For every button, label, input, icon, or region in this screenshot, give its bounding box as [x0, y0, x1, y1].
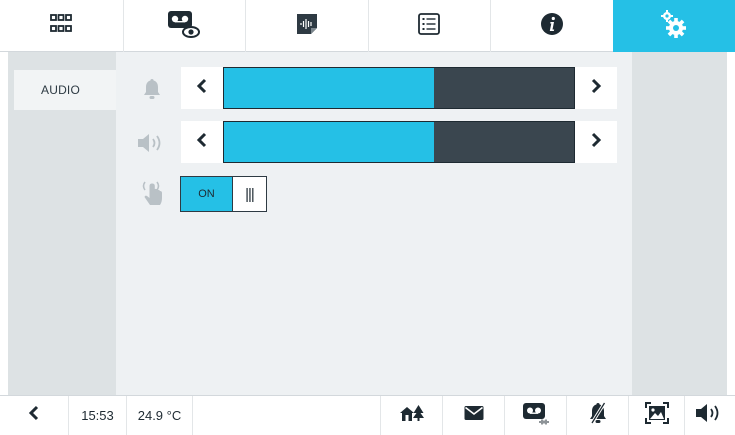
messages-button[interactable] — [442, 395, 504, 435]
ringtone-volume-decrease-button[interactable] — [181, 67, 223, 109]
settings-gears-icon — [660, 9, 688, 44]
videomessage-audio-icon — [522, 401, 550, 430]
chevron-left-icon — [196, 78, 208, 99]
speaker-icon — [695, 403, 725, 428]
tab-list[interactable] — [367, 0, 491, 52]
touch-sound-toggle[interactable]: ON ||| — [180, 176, 267, 212]
picture-frame-button[interactable] — [628, 395, 684, 435]
home-trees-icon — [399, 404, 425, 427]
ringtone-volume-track[interactable] — [223, 67, 575, 109]
speaker-volume-fill — [224, 122, 434, 162]
sidebar-item-label: AUDIO — [41, 83, 81, 97]
home-scenario-button[interactable] — [380, 395, 442, 435]
toggle-off-label: ||| — [245, 185, 255, 203]
speaker-volume-decrease-button[interactable] — [181, 121, 223, 163]
speaker-volume-slider[interactable] — [181, 121, 617, 163]
list-icon — [418, 12, 441, 40]
touch-sound-icon — [138, 178, 168, 208]
right-edge — [727, 52, 735, 395]
tab-recordings[interactable] — [245, 0, 368, 52]
back-button[interactable] — [0, 396, 68, 435]
ringtone-volume-fill — [224, 68, 434, 108]
toggle-on-label: ON — [181, 177, 233, 211]
videomessage-button[interactable] — [504, 395, 566, 435]
top-navigation-bar — [0, 0, 735, 52]
tab-settings[interactable] — [612, 0, 735, 52]
ringtone-mute-button[interactable] — [566, 395, 628, 435]
tab-home[interactable] — [0, 0, 123, 52]
temperature: 24.9 °C — [126, 395, 192, 435]
tab-videomessage[interactable] — [122, 0, 246, 52]
chevron-left-icon — [196, 132, 208, 153]
picture-frame-icon — [644, 402, 669, 429]
ringtone-volume-slider[interactable] — [181, 67, 617, 109]
temperature-text: 24.9 °C — [137, 408, 182, 423]
chevron-right-icon — [590, 78, 602, 99]
status-bar: 15:53 24.9 °C — [0, 395, 735, 435]
ringtone-volume-increase-button[interactable] — [575, 67, 617, 109]
time-text: 15:53 — [81, 408, 114, 423]
status-spacer — [192, 395, 380, 435]
bell-icon — [137, 74, 167, 104]
chevron-right-icon — [590, 132, 602, 153]
grid-icon — [50, 13, 73, 39]
info-icon — [540, 12, 564, 41]
envelope-icon — [464, 405, 484, 426]
sidebar-item-audio[interactable]: AUDIO — [14, 70, 116, 110]
audio-note-icon — [296, 13, 318, 40]
speaker-volume-icon — [137, 128, 167, 158]
speaker-volume-track[interactable] — [223, 121, 575, 163]
tab-info[interactable] — [490, 0, 613, 52]
clock: 15:53 — [68, 395, 126, 435]
videomessage-view-icon — [167, 9, 201, 44]
right-panel — [632, 52, 727, 395]
chevron-left-icon — [28, 405, 40, 426]
speaker-volume-increase-button[interactable] — [575, 121, 617, 163]
bell-muted-icon — [589, 402, 607, 429]
volume-button[interactable] — [684, 395, 735, 435]
